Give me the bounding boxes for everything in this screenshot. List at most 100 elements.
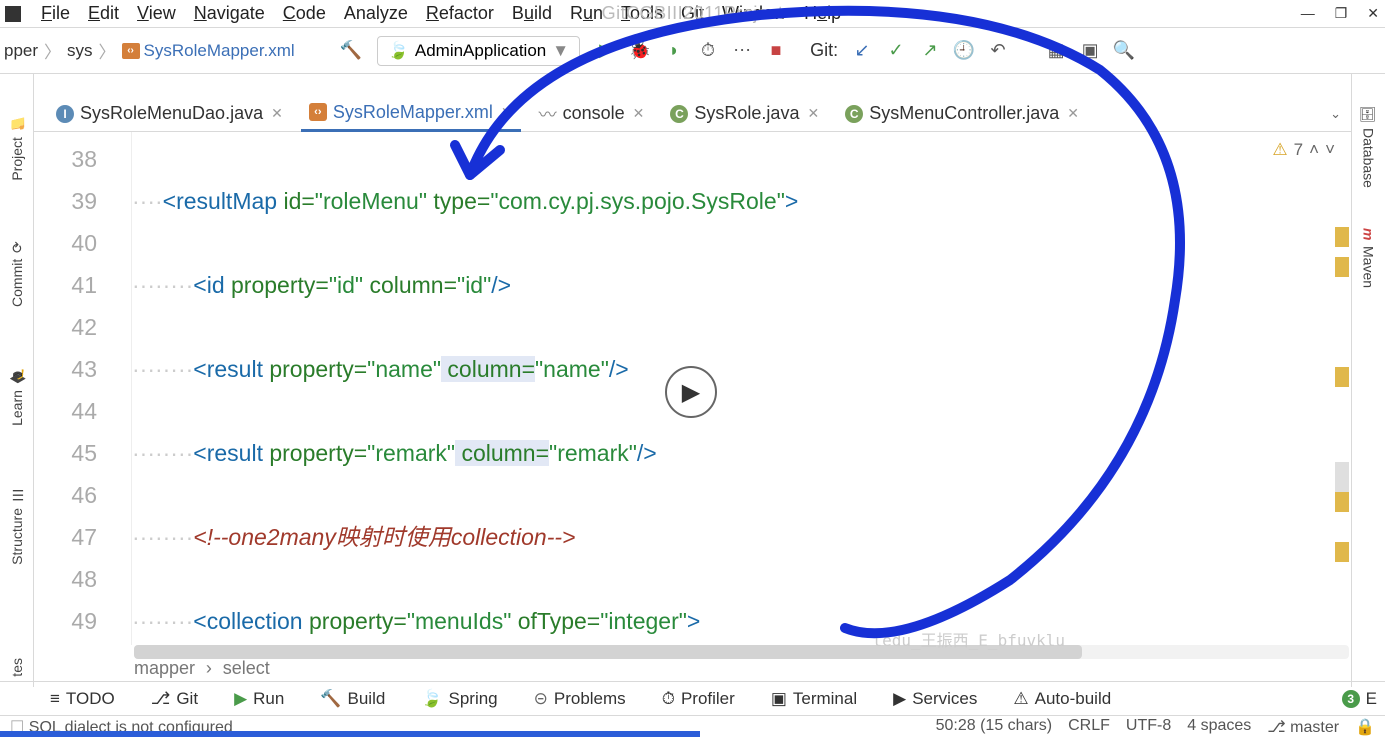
- xml-attr: property=: [309, 608, 407, 634]
- build-button[interactable]: 🔨: [337, 37, 365, 65]
- run-configuration-selector[interactable]: 🍃 AdminApplication ▼: [377, 36, 580, 66]
- run-tool-button[interactable]: ▶ Run: [234, 689, 284, 709]
- git-update-button[interactable]: ↙: [848, 37, 876, 65]
- horizontal-scrollbar[interactable]: [134, 645, 1349, 659]
- debug-button[interactable]: 🐞: [626, 37, 654, 65]
- crumb-item[interactable]: select: [223, 658, 270, 678]
- git-history-button[interactable]: 🕘: [950, 37, 978, 65]
- breadcrumb-file[interactable]: ‹› SysRoleMapper.xml: [122, 41, 295, 61]
- tool-label: Spring: [448, 689, 497, 709]
- encoding-indicator[interactable]: UTF-8: [1126, 717, 1171, 737]
- profile-button[interactable]: ⏱: [694, 37, 722, 65]
- terminal-tool-button[interactable]: ▣ Terminal: [771, 689, 857, 709]
- commit-tool-window-button[interactable]: Commit ⟳: [9, 241, 25, 307]
- menu-navigate[interactable]: Navigate: [194, 3, 265, 24]
- run-anything-button[interactable]: ▣: [1076, 37, 1104, 65]
- xml-string: "name": [535, 356, 609, 382]
- close-icon[interactable]: ✕: [633, 105, 645, 122]
- breadcrumb: pper 〉 sys 〉 ‹› SysRoleMapper.xml: [4, 38, 295, 63]
- breadcrumb-item[interactable]: pper: [4, 41, 38, 61]
- menu-view[interactable]: View: [137, 3, 176, 24]
- xml-tag: <collection: [193, 608, 309, 634]
- tab-sysmenucontroller[interactable]: CSysMenuController.java✕: [837, 97, 1087, 130]
- tab-console[interactable]: 〰console✕: [531, 95, 653, 133]
- project-title: GitCGBIII2011Project: [602, 3, 784, 24]
- git-rollback-button[interactable]: ↶: [984, 37, 1012, 65]
- tab-sysrolemenudao[interactable]: ISysRoleMenuDao.java✕: [48, 97, 291, 130]
- chevron-down-icon[interactable]: ⌄: [1330, 106, 1341, 122]
- git-push-button[interactable]: ↗: [916, 37, 944, 65]
- menu-refactor[interactable]: Refactor: [426, 3, 494, 24]
- breadcrumb-sep: 〉: [99, 38, 116, 63]
- search-everywhere-button[interactable]: 🔍: [1110, 37, 1138, 65]
- project-tool-window-button[interactable]: Project 📁: [9, 114, 25, 181]
- menu-analyze[interactable]: Analyze: [344, 3, 408, 24]
- app-icon: [5, 6, 21, 22]
- spring-tool-button[interactable]: 🍃 Spring: [421, 689, 497, 709]
- rail-label: Learn: [9, 390, 25, 426]
- lock-icon[interactable]: 🔒: [1355, 717, 1375, 737]
- close-icon[interactable]: ✕: [1067, 105, 1079, 122]
- structure-tool-window-button[interactable]: Structure ☰: [9, 486, 25, 565]
- rail-label: Maven: [1361, 246, 1377, 288]
- git-branch-indicator[interactable]: ⎇ master: [1267, 717, 1339, 737]
- close-icon[interactable]: ✕: [271, 105, 283, 122]
- indent-indicator[interactable]: 4 spaces: [1187, 717, 1251, 737]
- close-icon[interactable]: ✕: [807, 105, 819, 122]
- breadcrumb-item[interactable]: sys: [67, 41, 93, 61]
- tes-tool-window-button[interactable]: tes: [9, 658, 25, 677]
- tool-window-toggle[interactable]: ▦: [1042, 37, 1070, 65]
- menu-run[interactable]: Run: [570, 3, 603, 24]
- run-button[interactable]: ▶: [592, 37, 620, 65]
- menu-code[interactable]: Code: [283, 3, 326, 24]
- coverage-button[interactable]: ◗: [660, 37, 688, 65]
- menu-edit[interactable]: Edit: [88, 3, 119, 24]
- watermark-text: tedu_王振西_E_bfuvklu: [873, 627, 1066, 651]
- menu-file[interactable]: File: [41, 3, 70, 24]
- maximize-button[interactable]: ❐: [1335, 5, 1348, 22]
- crumb-item[interactable]: mapper: [134, 658, 195, 678]
- services-tool-button[interactable]: ▶ Services: [893, 689, 977, 709]
- rail-label: Project: [9, 137, 25, 181]
- play-overlay-button[interactable]: ▶: [665, 366, 717, 418]
- spring-icon: 🍃: [388, 41, 409, 61]
- tab-sysrolemapper[interactable]: ‹›SysRoleMapper.xml✕: [301, 96, 521, 132]
- menu-help[interactable]: Help: [804, 3, 841, 24]
- tab-sysrole[interactable]: CSysRole.java✕: [662, 97, 827, 130]
- breadcrumb-sep: 〉: [44, 38, 61, 63]
- xml-comment: <!--one2many映射时使用collection-->: [193, 524, 575, 550]
- tab-label: console: [563, 103, 625, 124]
- tool-label: Run: [253, 689, 284, 709]
- learn-tool-window-button[interactable]: Learn 🎓: [9, 367, 25, 426]
- minimize-button[interactable]: —: [1301, 5, 1315, 22]
- menu-build[interactable]: Build: [512, 3, 552, 24]
- java-interface-icon: I: [56, 105, 74, 123]
- code-breadcrumb[interactable]: mapper › select: [134, 658, 270, 679]
- xml-tag: >: [687, 608, 700, 634]
- code-pane[interactable]: ····<resultMap id="roleMenu" type="com.c…: [132, 132, 1351, 645]
- line-separator[interactable]: CRLF: [1068, 717, 1110, 737]
- maven-tool-window-button[interactable]: m Maven: [1361, 228, 1377, 288]
- close-button[interactable]: ✕: [1367, 5, 1379, 22]
- xml-attr: column=: [363, 272, 457, 298]
- attach-button[interactable]: ⋯: [728, 37, 756, 65]
- problems-tool-button[interactable]: ⊝ Problems: [534, 689, 626, 709]
- git-tool-button[interactable]: ⎇ Git: [151, 689, 198, 709]
- database-tool-window-button[interactable]: 🗄 Database: [1361, 104, 1377, 188]
- close-icon[interactable]: ✕: [501, 104, 513, 121]
- git-commit-button[interactable]: ✓: [882, 37, 910, 65]
- profiler-tool-button[interactable]: ⏱ Profiler: [662, 689, 735, 709]
- stop-button[interactable]: ■: [762, 37, 790, 65]
- event-log-button[interactable]: 3 E: [1342, 689, 1377, 709]
- autobuild-tool-button[interactable]: ⚠ Auto-build: [1013, 689, 1111, 709]
- xml-attr: column=: [441, 356, 535, 382]
- line-number: 39: [34, 180, 97, 222]
- caret-position[interactable]: 50:28 (15 chars): [936, 717, 1053, 737]
- tool-label: Services: [912, 689, 977, 709]
- build-tool-button[interactable]: 🔨 Build: [320, 689, 385, 709]
- java-class-icon: C: [670, 105, 688, 123]
- left-tool-rail: Project 📁 Commit ⟳ Learn 🎓 Structure ☰ t…: [0, 74, 34, 687]
- title-bar: File Edit View Navigate Code Analyze Ref…: [0, 0, 1385, 28]
- todo-tool-button[interactable]: ≡ TODO: [50, 689, 115, 709]
- line-gutter: 38 39 40 41 42 43 44 45 46 47 48 49: [34, 132, 132, 645]
